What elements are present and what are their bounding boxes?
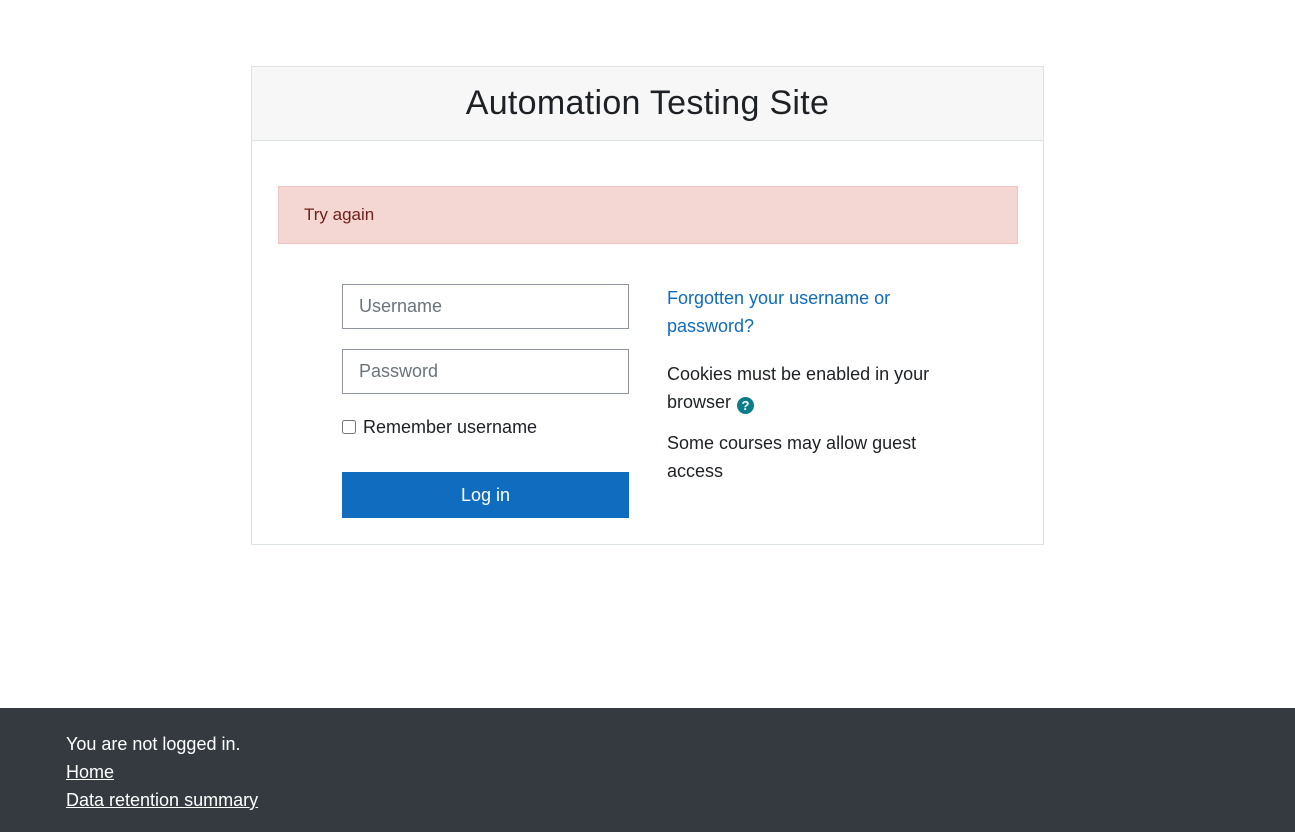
home-link[interactable]: Home xyxy=(66,758,114,786)
username-input[interactable] xyxy=(342,284,629,329)
login-status-text: You are not logged in. xyxy=(66,734,241,754)
guest-access-notice: Some courses may allow guest access xyxy=(667,433,917,481)
remember-username-row: Remember username xyxy=(342,416,630,438)
login-form: Remember username Log in xyxy=(342,284,630,518)
password-input[interactable] xyxy=(342,349,629,394)
site-title: Automation Testing Site xyxy=(465,84,830,122)
login-card: Automation Testing Site Try again Rememb… xyxy=(251,66,1044,545)
login-page: Automation Testing Site Try again Rememb… xyxy=(0,0,1295,832)
error-alert: Try again xyxy=(278,186,1018,244)
login-info: Forgotten your username or password? Coo… xyxy=(667,284,957,485)
data-retention-summary-link[interactable]: Data retention summary xyxy=(66,786,258,814)
login-card-header: Automation Testing Site xyxy=(252,67,1043,141)
cookies-notice: Cookies must be enabled in your browser? xyxy=(667,360,957,416)
login-button[interactable]: Log in xyxy=(342,472,629,518)
page-footer: You are not logged in. Home Data retenti… xyxy=(0,708,1295,832)
cookies-notice-text: Cookies must be enabled in your browser xyxy=(667,364,930,412)
remember-username-checkbox[interactable] xyxy=(342,420,356,434)
question-circle-icon[interactable]: ? xyxy=(737,397,755,414)
forgot-password-link[interactable]: Forgotten your username or password? xyxy=(667,284,957,340)
remember-username-label[interactable]: Remember username xyxy=(363,417,537,438)
